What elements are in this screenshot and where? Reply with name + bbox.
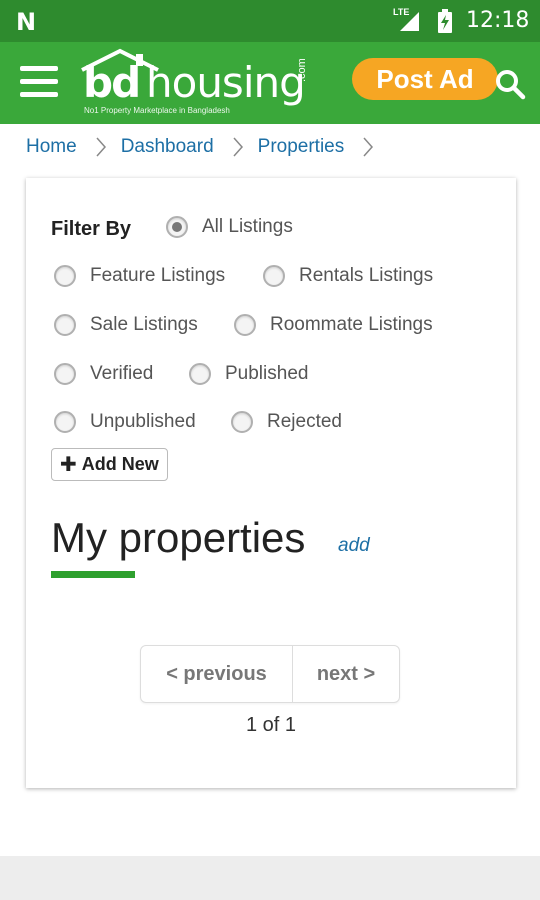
radio-published[interactable] [189, 363, 211, 385]
breadcrumb: Home Dashboard Properties [26, 133, 388, 161]
page-indicator: 1 of 1 [245, 714, 297, 736]
radio-rentals-listings[interactable] [263, 265, 285, 287]
chevron-right-icon [233, 137, 243, 157]
radio-all-listings[interactable] [166, 216, 188, 238]
breadcrumb-dashboard[interactable]: Dashboard [121, 136, 214, 158]
breadcrumb-home[interactable]: Home [26, 136, 77, 158]
radio-label: Unpublished [90, 411, 196, 432]
radio-label: Feature Listings [90, 265, 226, 286]
filter-option-published[interactable]: Published [189, 363, 308, 385]
radio-label: Rejected [267, 411, 342, 432]
filter-option-rentals-listings[interactable]: Rentals Listings [263, 265, 433, 287]
hamburger-icon[interactable] [20, 66, 60, 100]
pagination: < previous next > [140, 645, 400, 703]
radio-unpublished[interactable] [54, 411, 76, 433]
logo-text-light: housing [146, 58, 306, 107]
radio-rejected[interactable] [231, 411, 253, 433]
search-icon[interactable] [494, 68, 526, 100]
app-bar: bd housing .com No1 Property Marketplace… [0, 42, 540, 124]
add-property-link[interactable]: add [338, 535, 370, 557]
radio-label: Published [225, 363, 309, 384]
logo-text-bold: bd [83, 58, 141, 107]
page-title: My properties [51, 514, 306, 561]
filter-option-all-listings[interactable]: All Listings [166, 216, 293, 238]
bdhousing-logo[interactable]: bd housing .com No1 Property Marketplace… [80, 48, 330, 118]
clock: 12:18 [466, 8, 530, 33]
filter-option-verified[interactable]: Verified [54, 363, 153, 385]
radio-verified[interactable] [54, 363, 76, 385]
logo-tagline: No1 Property Marketplace in Bangladesh [84, 106, 230, 115]
radio-sale-listings[interactable] [54, 314, 76, 336]
filter-option-roommate-listings[interactable]: Roommate Listings [234, 314, 433, 336]
radio-roommate-listings[interactable] [234, 314, 256, 336]
footer-band [0, 856, 540, 900]
logo-suffix: .com [296, 58, 308, 82]
radio-label: Rentals Listings [299, 265, 434, 286]
filter-option-sale-listings[interactable]: Sale Listings [54, 314, 198, 336]
filter-option-feature-listings[interactable]: Feature Listings [54, 265, 225, 287]
chevron-right-icon [363, 137, 374, 157]
radio-feature-listings[interactable] [54, 265, 76, 287]
breadcrumb-properties[interactable]: Properties [258, 136, 345, 158]
title-underline [51, 571, 135, 578]
filter-label: Filter By [51, 218, 132, 240]
filter-option-rejected[interactable]: Rejected [231, 411, 342, 433]
add-new-button[interactable]: ✚ Add New [51, 448, 168, 481]
add-new-label: Add New [81, 454, 159, 474]
chevron-right-icon [96, 137, 106, 157]
properties-card: Filter By All Listings Feature Listings … [26, 178, 516, 788]
previous-page-button[interactable]: < previous [141, 646, 293, 702]
battery-charging-icon [438, 9, 452, 33]
next-page-button[interactable]: next > [293, 646, 399, 702]
radio-label: Sale Listings [90, 314, 198, 335]
status-bar: N LTE 12:18 [0, 0, 540, 42]
radio-label: All Listings [202, 216, 293, 237]
post-ad-button[interactable]: Post Ad [352, 58, 498, 100]
n-icon: N [16, 8, 37, 36]
radio-label: Roommate Listings [270, 314, 433, 335]
filter-option-unpublished[interactable]: Unpublished [54, 411, 196, 433]
radio-label: Verified [90, 363, 154, 384]
plus-icon: ✚ [60, 454, 77, 476]
signal-icon [400, 12, 419, 31]
